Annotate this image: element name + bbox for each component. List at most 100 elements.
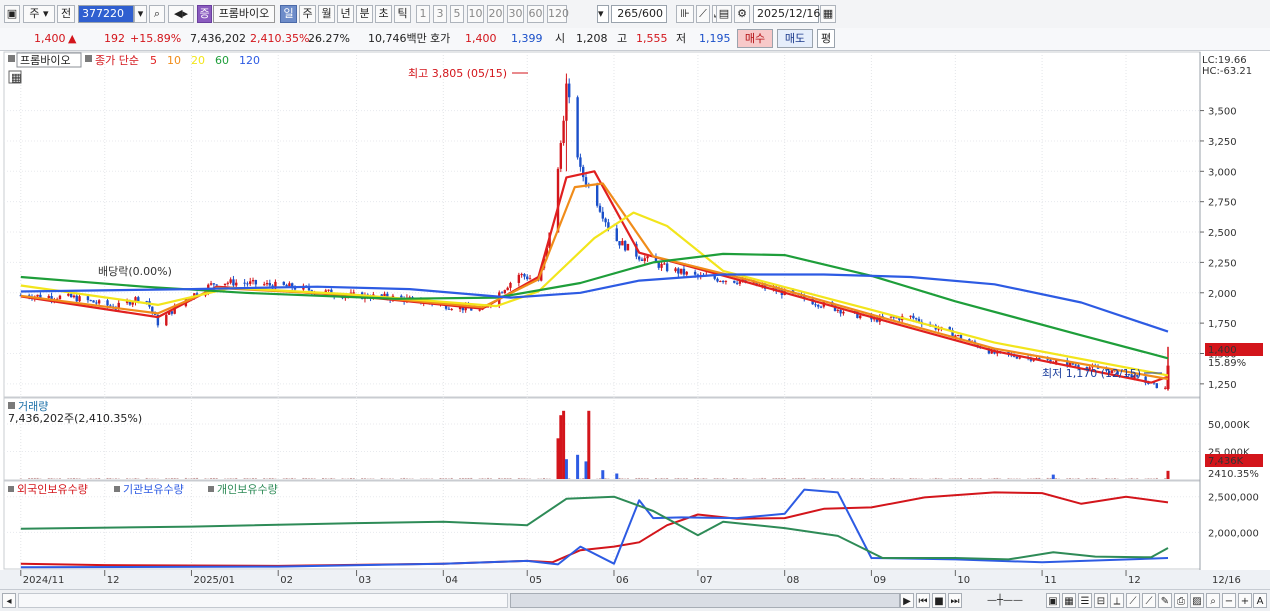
play-icon[interactable]: ▶: [900, 593, 914, 608]
stop-icon[interactable]: ■: [932, 593, 946, 608]
gear-icon[interactable]: ⚙: [734, 5, 750, 23]
candle-body: [509, 283, 511, 288]
period-tab[interactable]: 년: [337, 5, 354, 23]
calendar-icon[interactable]: ▦: [820, 5, 836, 23]
list-icon[interactable]: ☰: [1078, 593, 1092, 608]
zoom-search-icon[interactable]: ⌕: [1206, 593, 1220, 608]
trade-amount: 10,746백만: [368, 31, 427, 47]
candle-body: [716, 279, 718, 282]
current-pct-tag: 15.89%: [1208, 358, 1246, 369]
volume-bar: [325, 478, 327, 479]
volume-bar: [272, 478, 274, 479]
holdings-legend-item: 개인보유수량: [217, 483, 278, 496]
volume-bar: [800, 478, 802, 479]
volume-bar: [490, 478, 492, 479]
period-tab[interactable]: 월: [318, 5, 335, 23]
scroll-thumb[interactable]: [510, 593, 900, 608]
candle-icon[interactable]: ⊪: [676, 5, 694, 23]
candle-body: [448, 309, 450, 310]
grid-icon[interactable]: ▦: [1062, 593, 1076, 608]
date-field[interactable]: 2025/12/16: [753, 5, 819, 23]
candle-body: [859, 316, 861, 319]
search-icon[interactable]: ⌕: [149, 5, 165, 23]
trend-tool-icon[interactable]: ⟋: [1142, 593, 1156, 608]
volume-bar: [1105, 478, 1107, 479]
speaker-icon[interactable]: ◀▸: [168, 5, 194, 23]
save-icon[interactable]: ▤: [716, 5, 732, 23]
line-icon[interactable]: ⟋: [696, 5, 710, 23]
interval-button[interactable]: 120: [547, 5, 567, 23]
volume-bar: [599, 478, 601, 479]
zoom-out-icon[interactable]: −: [1222, 593, 1236, 608]
volume-bar: [20, 478, 22, 479]
sell-button[interactable]: 매도: [777, 29, 813, 48]
image-icon[interactable]: ▨: [1190, 593, 1204, 608]
layout-icon[interactable]: ▣: [1046, 593, 1060, 608]
interval-button[interactable]: 5: [450, 5, 464, 23]
volume-bar: [619, 478, 621, 479]
volume-axis: 50,000K25,000K: [1208, 420, 1250, 459]
candle-body: [666, 263, 668, 271]
volume-bar: [235, 478, 237, 479]
volume-bar: [213, 478, 215, 479]
chart-menu-icon[interactable]: ▣: [4, 5, 20, 23]
candle-body: [677, 268, 679, 273]
fast-forward-icon[interactable]: ⏭: [948, 593, 962, 608]
count-field[interactable]: 265/600: [611, 5, 667, 23]
measure-icon[interactable]: ⟂: [1110, 593, 1124, 608]
volume-bar: [803, 478, 805, 479]
chart-area[interactable]: 3,5003,2503,0002,7502,5002,2502,0001,750…: [0, 50, 1270, 589]
volume-bar: [244, 478, 246, 479]
current-price-tag-text: 1,400: [1208, 345, 1237, 356]
candle-body: [1156, 383, 1158, 388]
legend-square-icon: [208, 486, 214, 492]
buy-button[interactable]: 매수: [737, 29, 773, 48]
candle-body: [627, 244, 629, 250]
candle-body: [817, 305, 819, 307]
interval-button[interactable]: 60: [527, 5, 544, 23]
candle-body: [235, 283, 237, 286]
interval-button[interactable]: 30: [507, 5, 524, 23]
scroll-left-icon[interactable]: ◂: [2, 593, 16, 608]
volume-bar: [1136, 478, 1138, 479]
volume-bar: [107, 478, 109, 479]
volume-bar: [778, 478, 780, 479]
zoom-in-icon[interactable]: +: [1238, 593, 1252, 608]
interval-button[interactable]: 3: [433, 5, 447, 23]
pen-tool-icon[interactable]: ✎: [1158, 593, 1172, 608]
scroll-track[interactable]: [18, 593, 508, 608]
volume-bar: [451, 478, 453, 479]
chevron-down-icon[interactable]: ▾: [134, 5, 147, 23]
candle-body: [106, 300, 108, 305]
period-tab[interactable]: 주: [299, 5, 316, 23]
interval-button[interactable]: 20: [487, 5, 504, 23]
interval-button[interactable]: 10: [467, 5, 484, 23]
ruler-icon[interactable]: ⊟: [1094, 593, 1108, 608]
up-arrow-icon: ▲: [68, 31, 76, 47]
volume-bar: [291, 478, 293, 479]
line-tool-icon[interactable]: ⟋: [1126, 593, 1140, 608]
stock-code-input[interactable]: 377220: [78, 5, 134, 23]
period-tab[interactable]: 틱: [394, 5, 411, 23]
rewind-icon[interactable]: ⏮: [916, 593, 930, 608]
candle-body: [820, 307, 822, 308]
volume-bar: [980, 478, 982, 479]
candle-body: [526, 277, 528, 279]
volume-spike-bar: [1167, 471, 1170, 479]
interval-button[interactable]: 1: [416, 5, 430, 23]
volume-bar: [467, 478, 469, 479]
volume-bar: [232, 478, 234, 479]
period-select[interactable]: 주 ▾: [23, 5, 55, 23]
font-size-icon[interactable]: A: [1253, 593, 1267, 608]
chevron-down-icon[interactable]: ▾: [597, 5, 609, 23]
print-icon[interactable]: ⎙: [1174, 593, 1188, 608]
volume-bar: [1008, 478, 1010, 479]
scope-select[interactable]: 전: [57, 5, 75, 23]
period-tab[interactable]: 일: [280, 5, 297, 23]
zoom-slider[interactable]: —┼——: [970, 593, 1040, 608]
period-tab[interactable]: 분: [356, 5, 373, 23]
period-tab[interactable]: 초: [375, 5, 392, 23]
volume-bar: [400, 478, 402, 479]
volume-bar: [37, 478, 39, 479]
eval-button[interactable]: 평: [817, 29, 835, 48]
